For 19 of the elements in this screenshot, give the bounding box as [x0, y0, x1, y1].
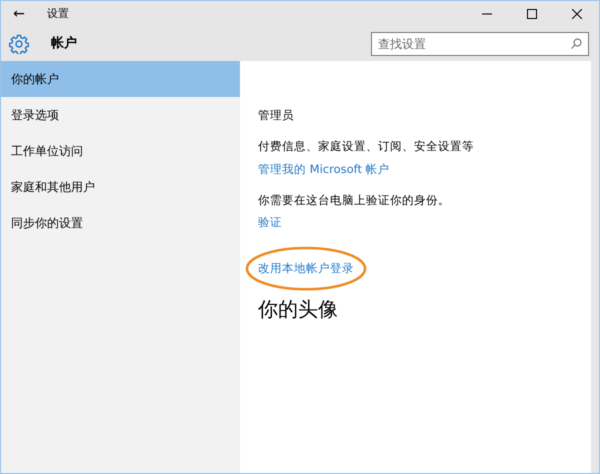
sidebar-item[interactable]: 工作单位访问 — [1, 133, 240, 169]
close-icon — [572, 9, 582, 19]
back-button[interactable]: ← — [1, 2, 37, 26]
sidebar-item[interactable]: 同步你的设置 — [1, 205, 240, 241]
sidebar-item[interactable]: 你的帐户 — [1, 61, 240, 97]
body-text: 付费信息、家庭设置、订阅、安全设置等 — [258, 138, 475, 156]
maximize-icon — [526, 9, 536, 19]
body-text: 你需要在这台电脑上验证你的身份。 — [258, 192, 451, 209]
settings-icon — [9, 34, 29, 54]
sidebar-item[interactable]: 登录选项 — [1, 97, 240, 133]
body-text: 管理员 — [258, 107, 295, 124]
section-heading: 你的头像 — [258, 296, 339, 322]
sidebar-item[interactable]: 家庭和其他用户 — [1, 169, 240, 205]
link[interactable]: 管理我的 Microsoft 帐户 — [258, 160, 390, 178]
window-title: 设置 — [47, 6, 69, 22]
search-icon — [571, 38, 582, 49]
page-title: 帐户 — [51, 34, 77, 54]
link[interactable]: 验证 — [258, 214, 282, 232]
search-field[interactable]: 查找设置 — [371, 32, 589, 56]
